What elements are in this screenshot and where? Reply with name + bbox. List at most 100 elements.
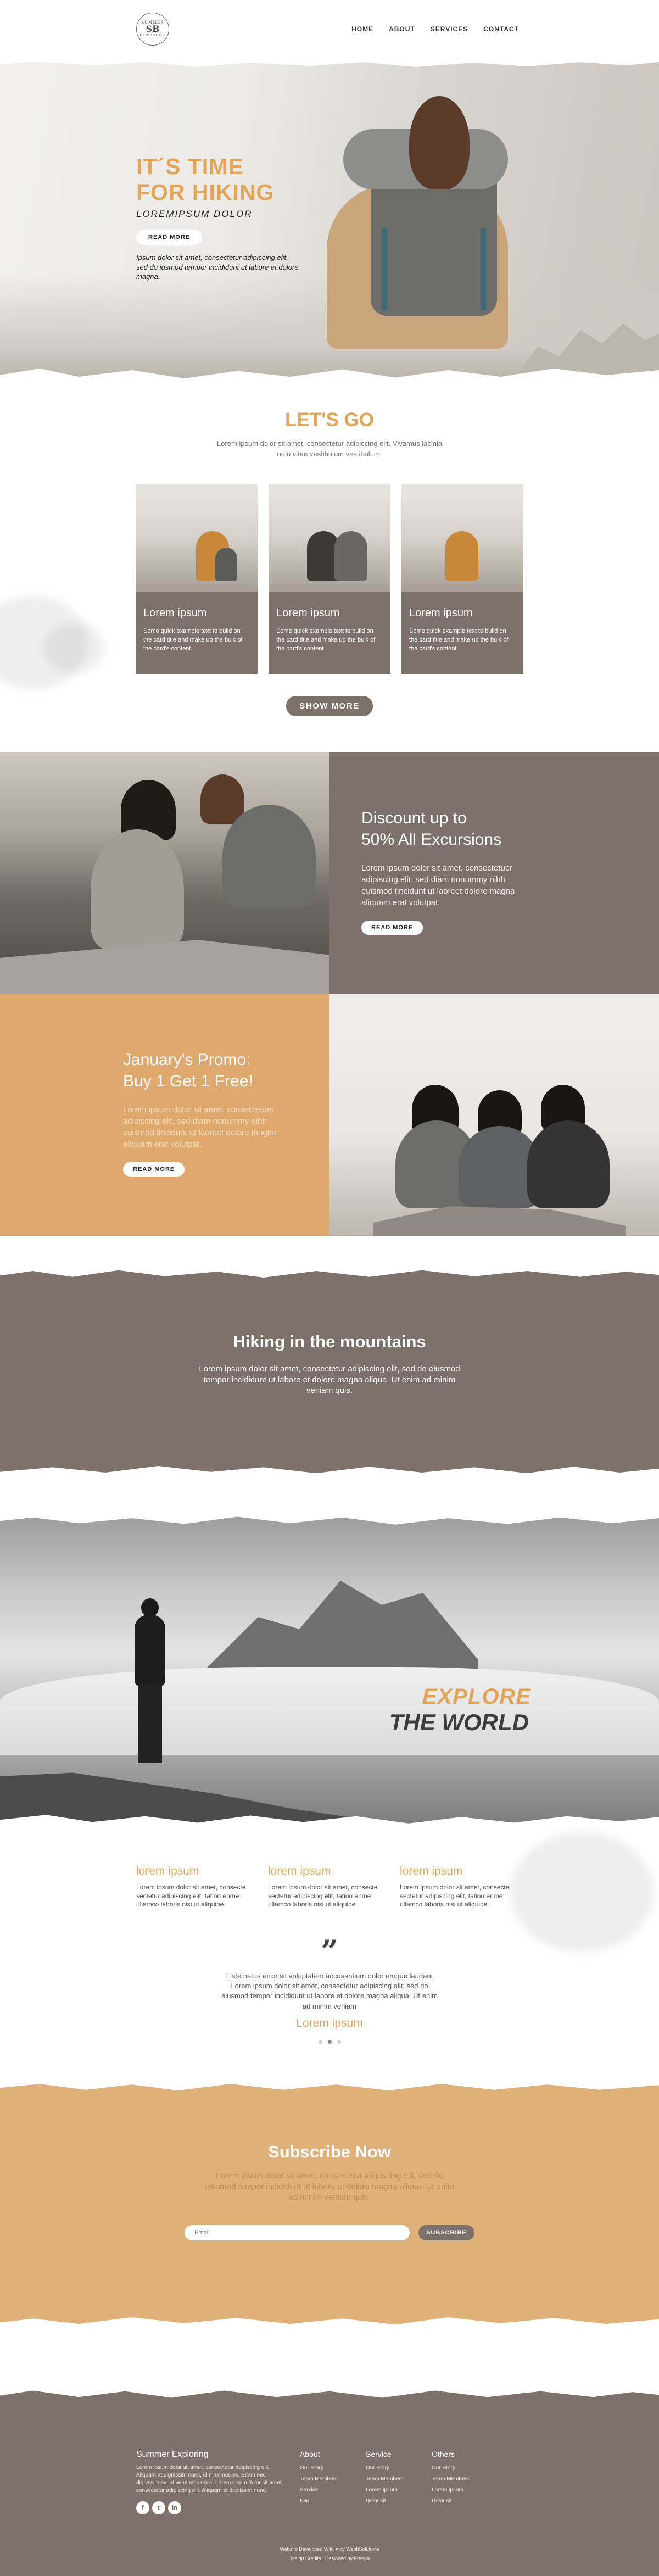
discount-section: Discount up to 50% All Excursions Lorem …: [0, 752, 659, 994]
facebook-icon[interactable]: f: [136, 2501, 149, 2514]
testimonial-text: Liste natus error sit voluptatem accusan…: [221, 1972, 438, 2010]
card-title: Lorem ipsum: [143, 606, 207, 619]
main-nav: HOME ABOUT SERVICES CONTACT: [351, 25, 519, 33]
discount-read-more-button[interactable]: READ MORE: [361, 921, 423, 935]
social-links: f t in: [136, 2501, 300, 2514]
hero-subtitle: LOREMIPSUM DOLOR: [136, 209, 253, 220]
promo-image: [330, 994, 659, 1236]
logo-monogram: SB: [146, 24, 160, 34]
card-title: Lorem ipsum: [276, 606, 340, 619]
logo[interactable]: SUMMER SB EXPLORING: [136, 12, 169, 46]
carousel-dots: [0, 2039, 659, 2044]
site-footer: Summer Exploring Lorem ipsum dolor sit a…: [0, 2400, 659, 2576]
feature-title: lorem ipsum: [400, 1865, 463, 1877]
promo-read-more-button[interactable]: READ MORE: [123, 1162, 185, 1177]
footer-column-about: About Our Story Team Members Service Faq: [300, 2450, 366, 2514]
subscribe-text: Lorem ipsum dolor sit amet, consectetur …: [204, 2171, 455, 2202]
footer-credits: Website Developed With ♥ by WebhSolution…: [0, 2545, 659, 2563]
subscribe-section: Subscribe Now Lorem ipsum dolor sit amet…: [0, 2093, 659, 2315]
footer-column-title: Service: [366, 2450, 392, 2458]
explore-section: EXPLORE THE WORLD: [0, 1513, 659, 1826]
explore-title-line2: THE WORLD: [389, 1709, 529, 1735]
carousel-dot[interactable]: [318, 2039, 322, 2044]
subscribe-title: Subscribe Now: [268, 2142, 391, 2161]
card[interactable]: Lorem ipsum Some quick example text to b…: [401, 484, 523, 674]
explore-clouds: [0, 1667, 659, 1755]
explore-title-line1: EXPLORE: [422, 1685, 531, 1709]
explore-hiker-silhouette: [128, 1598, 172, 1763]
hero-title-line1: IT´S TIME: [136, 154, 244, 179]
nav-services[interactable]: SERVICES: [431, 25, 468, 33]
card-title: Lorem ipsum: [409, 606, 473, 619]
subscribe-form: SUBSCRIBE: [0, 2224, 659, 2240]
letsgo-description: Lorem ipsum dolor sit amet, consectetur …: [216, 439, 443, 458]
footer-brand-title: Summer Exploring: [136, 2450, 209, 2459]
footer-link[interactable]: Team Members: [432, 2476, 498, 2482]
features-section: lorem ipsum Lorem ipsum dolor sit amet, …: [0, 1826, 659, 1953]
discount-image: [0, 752, 330, 994]
footer-link[interactable]: Our Story: [432, 2465, 498, 2471]
hero-title-line2: FOR HIKING: [136, 180, 275, 205]
feature-text: Lorem ipsum dolor sit amet, consecte sec…: [268, 1883, 378, 1909]
footer-credit-line: Website Developed With ♥ by WebhSolution…: [280, 2546, 379, 2552]
footer-link[interactable]: Our Story: [366, 2465, 432, 2471]
leaf-shadow-decoration: [44, 623, 104, 673]
footer-column-others: Others Our Story Team Members Lorem ipsu…: [432, 2450, 498, 2514]
footer-link[interactable]: Team Members: [300, 2476, 366, 2482]
discount-title: Discount up to 50% All Excursions: [361, 807, 659, 850]
footer-column-title: About: [300, 2450, 320, 2458]
footer-brand: Summer Exploring Lorem ipsum dolor sit a…: [136, 2450, 300, 2514]
promo-section: January's Promo: Buy 1 Get 1 Free! Lorem…: [0, 994, 659, 1236]
testimonial-section: ” Liste natus error sit voluptatem accus…: [0, 1936, 659, 2073]
footer-link[interactable]: Lorem ipsum: [366, 2487, 432, 2493]
hiking-text: Lorem ipsum dolor sit amet, consectetur …: [199, 1364, 460, 1395]
feature-title: lorem ipsum: [136, 1865, 199, 1877]
footer-link[interactable]: Our Story: [300, 2465, 366, 2471]
hero-title: IT´S TIME FOR HIKING: [136, 154, 317, 205]
card[interactable]: Lorem ipsum Some quick example text to b…: [269, 484, 390, 674]
card-image: [136, 484, 258, 592]
card-text: Some quick example text to build on the …: [276, 627, 376, 652]
letsgo-section: LET'S GO Lorem ipsum dolor sit amet, con…: [0, 382, 659, 752]
card[interactable]: Lorem ipsum Some quick example text to b…: [136, 484, 258, 674]
hero-description: Ipsum dolor sit amet, consectetur adipis…: [136, 253, 299, 281]
feature-text: Lorem ipsum dolor sit amet, consecte sec…: [400, 1883, 510, 1909]
footer-link[interactable]: Lorem ipsum: [432, 2487, 498, 2493]
hero-read-more-button[interactable]: READ MORE: [136, 230, 203, 246]
site-header: SUMMER SB EXPLORING HOME ABOUT SERVICES …: [0, 0, 659, 58]
twitter-icon[interactable]: t: [152, 2501, 165, 2514]
card-text: Some quick example text to build on the …: [143, 627, 243, 652]
feature-text: Lorem ipsum dolor sit amet, consecte sec…: [136, 1883, 246, 1909]
explore-cliff: [0, 1772, 362, 1826]
card-image: [401, 484, 523, 592]
feature-title: lorem ipsum: [268, 1865, 331, 1877]
footer-column-title: Others: [432, 2450, 455, 2458]
hero-hiker-image: [310, 91, 546, 382]
hiking-section: Hiking in the mountains Lorem ipsum dolo…: [0, 1280, 659, 1464]
carousel-dot-active[interactable]: [327, 2039, 332, 2044]
carousel-dot[interactable]: [337, 2039, 341, 2044]
footer-link[interactable]: Team Members: [366, 2476, 432, 2482]
subscribe-button[interactable]: SUBSCRIBE: [418, 2224, 474, 2240]
promo-text: Lorem ipsum dolor sit amet, consectetuer…: [123, 1105, 277, 1149]
footer-column-service: Service Our Story Team Members Lorem ips…: [366, 2450, 432, 2514]
card-image: [269, 484, 390, 592]
discount-text: Lorem ipsum dolor sit amet, consectetuer…: [361, 863, 515, 907]
letsgo-title: LET'S GO: [285, 409, 374, 431]
email-field[interactable]: [185, 2224, 410, 2240]
feature-item: lorem ipsum Lorem ipsum dolor sit amet, …: [400, 1865, 510, 1936]
nav-contact[interactable]: CONTACT: [483, 25, 519, 33]
footer-link[interactable]: Faq: [300, 2498, 366, 2504]
footer-link[interactable]: Dolor sit: [366, 2498, 432, 2504]
nav-about[interactable]: ABOUT: [389, 25, 415, 33]
show-more-button[interactable]: SHOW MORE: [286, 695, 373, 716]
testimonial-name: Lorem ipsum: [296, 2016, 363, 2029]
linkedin-icon[interactable]: in: [168, 2501, 181, 2514]
hero-content: IT´S TIME FOR HIKING LOREMIPSUM DOLOR RE…: [136, 154, 317, 282]
nav-home[interactable]: HOME: [351, 25, 373, 33]
footer-link[interactable]: Service: [300, 2487, 366, 2493]
discount-panel: Discount up to 50% All Excursions Lorem …: [330, 752, 659, 994]
footer-link[interactable]: Dolor sit: [432, 2498, 498, 2504]
explore-mountain: [203, 1581, 478, 1683]
discount-title-line1: Discount up to: [361, 809, 467, 827]
